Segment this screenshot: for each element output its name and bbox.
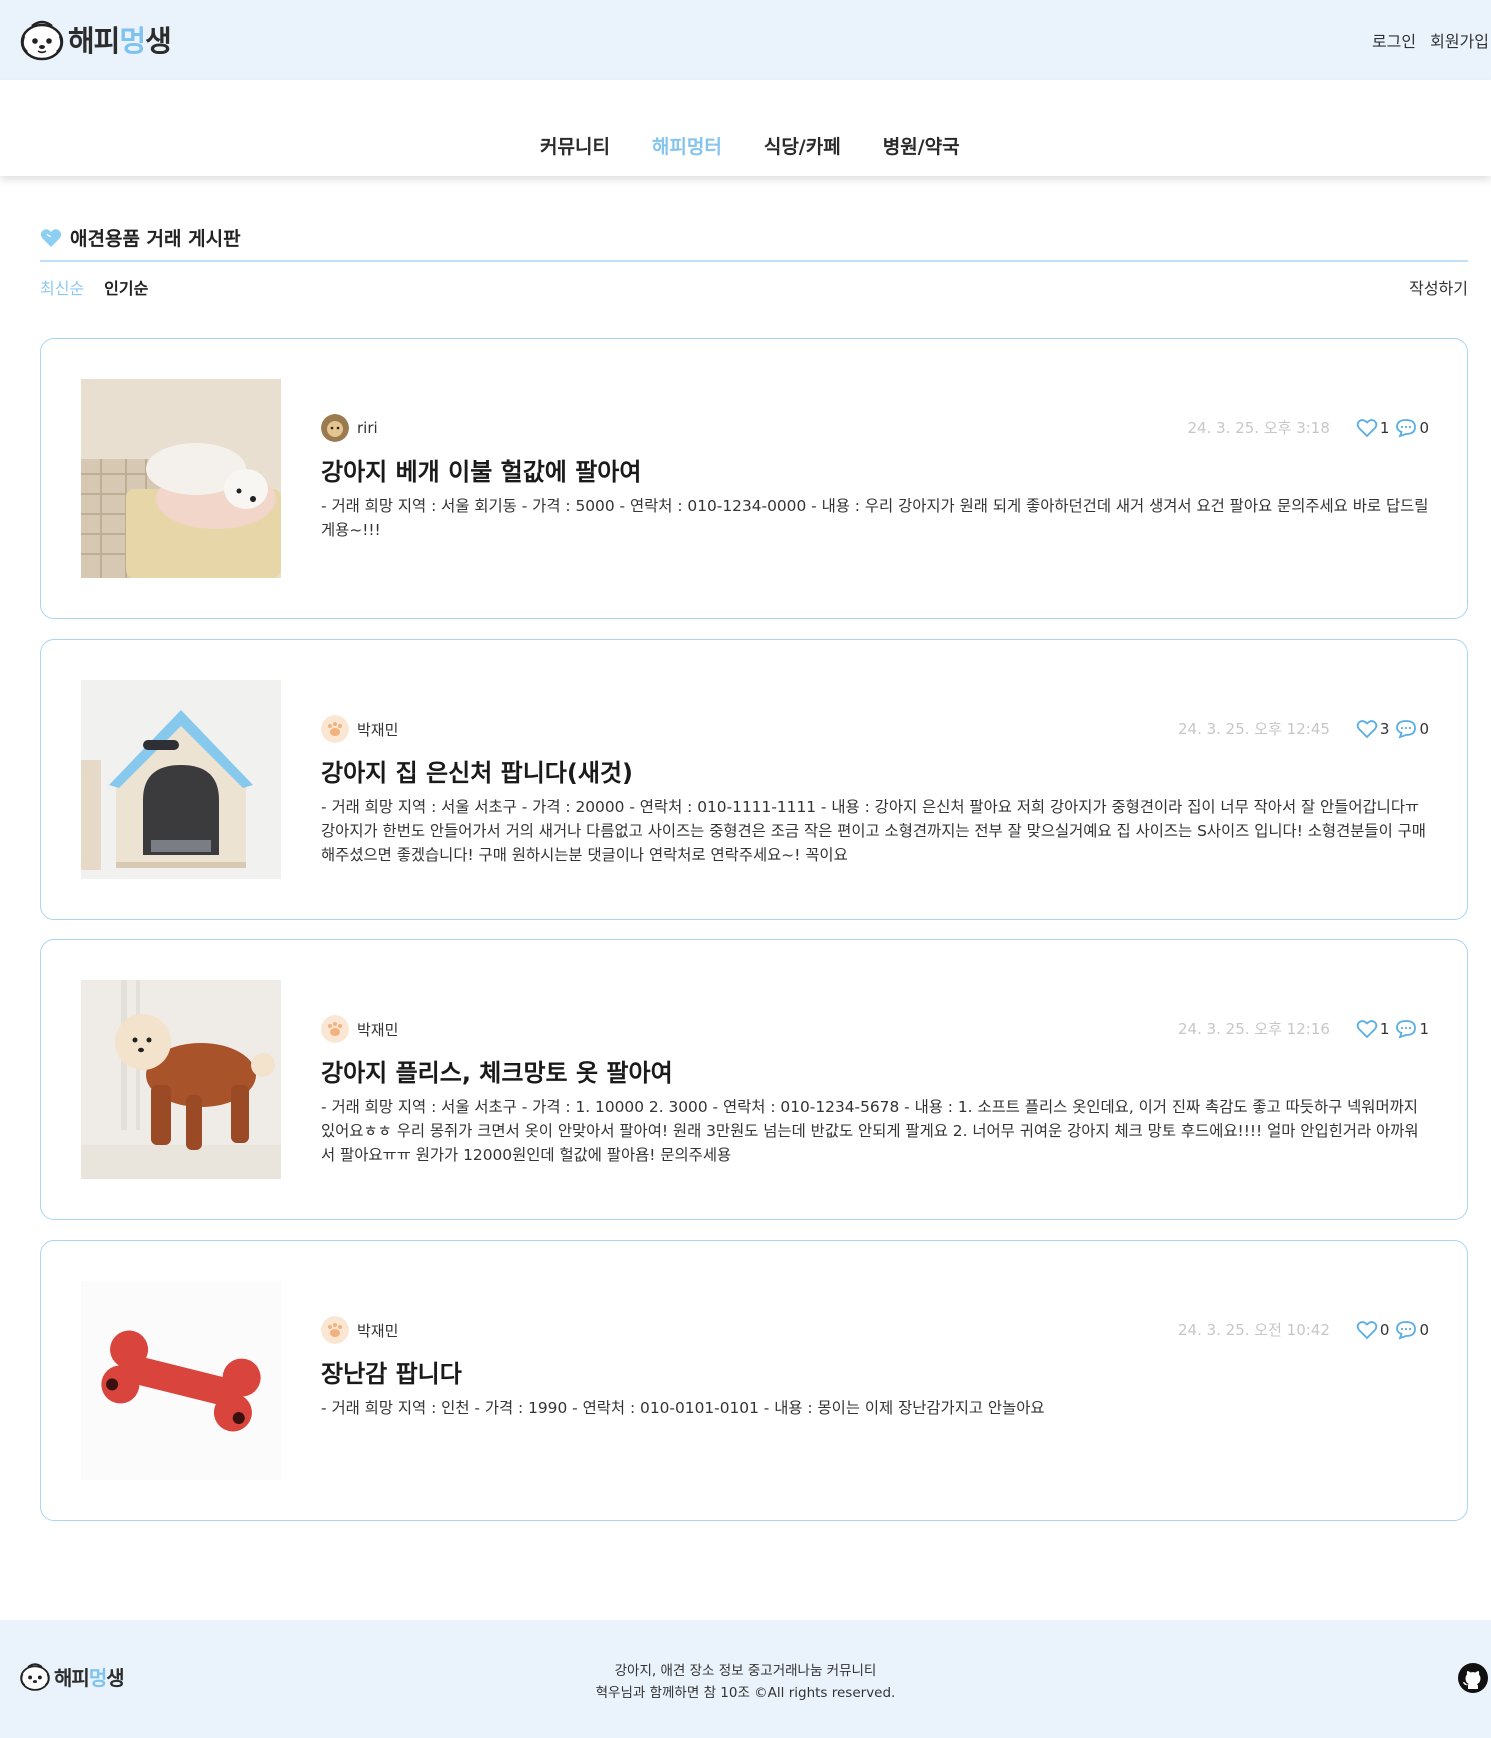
nav-happy-mentor[interactable]: 해피멍터: [652, 132, 722, 159]
sort-latest[interactable]: 최신순: [40, 275, 84, 299]
author-name[interactable]: 박재민: [357, 1320, 398, 1341]
auth-links: 로그인 회원가입: [1372, 28, 1489, 52]
post-title[interactable]: 장난감 팝니다: [321, 1354, 462, 1389]
author-avatar: [321, 1316, 349, 1344]
site-logo[interactable]: 해피멍생: [18, 16, 172, 62]
post-image-bone-toy: [81, 1281, 281, 1480]
like-count[interactable]: 1: [1356, 1019, 1389, 1039]
comment-bubble-icon: [1396, 1019, 1417, 1038]
post-image-pillow: [81, 379, 281, 578]
comment-bubble-icon: [1396, 1320, 1417, 1339]
post-image-dog-house: [81, 680, 281, 879]
post-excerpt: - 거래 희망 지역 : 서울 회기동 - 가격 : 5000 - 연락처 : …: [321, 497, 1429, 539]
footer: 해피멍생 강아지, 애견 장소 정보 중고거래나눔 커뮤니티 혁우님과 함께하면…: [0, 1620, 1491, 1738]
post-date: 24. 3. 25. 오전 10:42: [1177, 1321, 1330, 1339]
footer-line-1: 강아지, 애견 장소 정보 중고거래나눔 커뮤니티: [614, 1663, 877, 1679]
comment-count[interactable]: 1: [1395, 1019, 1429, 1039]
post-date: 24. 3. 25. 오후 3:18: [1187, 419, 1330, 437]
sort-tabs: 최신순 인기순: [40, 275, 148, 299]
dog-logo-icon: [20, 20, 64, 61]
comment-count[interactable]: 0: [1395, 1320, 1429, 1340]
comment-count[interactable]: 0: [1395, 719, 1429, 739]
footer-info: 강아지, 애견 장소 정보 중고거래나눔 커뮤니티 혁우님과 함께하면 참 10…: [0, 1660, 1491, 1704]
like-heart-icon: [1356, 418, 1378, 437]
post-date: 24. 3. 25. 오후 12:16: [1177, 1020, 1330, 1038]
like-heart-icon: [1356, 1320, 1378, 1339]
post-excerpt: - 거래 희망 지역 : 서울 서초구 - 가격 : 1. 10000 2. 3…: [321, 1098, 1419, 1164]
post-title[interactable]: 강아지 플리스, 체크망토 옷 팔아여: [321, 1053, 673, 1088]
author-avatar: [321, 715, 349, 743]
signup-link[interactable]: 회원가입: [1430, 28, 1489, 52]
logo-text: 해피멍생: [68, 24, 172, 58]
like-count[interactable]: 3: [1356, 719, 1389, 739]
footer-line-2: 혁우님과 함께하면 참 10조 ©All rights reserved.: [595, 1685, 896, 1701]
post-excerpt: - 거래 희망 지역 : 인천 - 가격 : 1990 - 연락처 : 010-…: [321, 1399, 1045, 1417]
post-card[interactable]: 박재민 24. 3. 25. 오전 10:42 0 0 장난감 팝니다 - 거래…: [40, 1240, 1468, 1521]
comment-bubble-icon: [1396, 418, 1417, 437]
like-count[interactable]: 1: [1356, 418, 1389, 438]
nav-restaurant-cafe[interactable]: 식당/카페: [764, 132, 841, 159]
post-title[interactable]: 강아지 베개 이불 헐값에 팔아여: [321, 452, 641, 487]
nav-community[interactable]: 커뮤니티: [540, 132, 610, 159]
post-card[interactable]: riri 24. 3. 25. 오후 3:18 1 0 강아지 베개 이불 헐값…: [40, 338, 1468, 619]
login-link[interactable]: 로그인: [1372, 28, 1416, 52]
post-title[interactable]: 강아지 집 은신처 팝니다(새것): [321, 753, 633, 788]
nav-hospital-pharmacy[interactable]: 병원/약국: [883, 132, 960, 159]
post-excerpt: - 거래 희망 지역 : 서울 서초구 - 가격 : 20000 - 연락처 :…: [321, 798, 1426, 864]
main-nav: 커뮤니티 해피멍터 식당/카페 병원/약국: [0, 80, 1491, 176]
post-date: 24. 3. 25. 오후 12:45: [1177, 720, 1330, 738]
heart-icon: [40, 228, 62, 247]
board-title: 애견용품 거래 게시판: [70, 228, 241, 250]
sort-popular[interactable]: 인기순: [104, 275, 148, 299]
github-icon[interactable]: [1457, 1662, 1489, 1694]
comment-bubble-icon: [1396, 719, 1417, 738]
post-image-dog-fleece: [81, 980, 281, 1179]
board-header: 애견용품 거래 게시판: [40, 224, 1468, 262]
author-avatar: [321, 414, 349, 442]
author-name[interactable]: 박재민: [357, 719, 398, 740]
author-name[interactable]: 박재민: [357, 1019, 398, 1040]
post-card[interactable]: 박재민 24. 3. 25. 오후 12:16 1 1 강아지 플리스, 체크망…: [40, 939, 1468, 1220]
author-name[interactable]: riri: [357, 419, 378, 437]
top-header: 해피멍생 로그인 회원가입: [0, 0, 1491, 80]
like-heart-icon: [1356, 1019, 1378, 1038]
post-card[interactable]: 박재민 24. 3. 25. 오후 12:45 3 0 강아지 집 은신처 팝니…: [40, 639, 1468, 920]
like-count[interactable]: 0: [1356, 1320, 1389, 1340]
author-avatar: [321, 1015, 349, 1043]
comment-count[interactable]: 0: [1395, 418, 1429, 438]
write-button[interactable]: 작성하기: [1409, 275, 1468, 299]
like-heart-icon: [1356, 719, 1378, 738]
